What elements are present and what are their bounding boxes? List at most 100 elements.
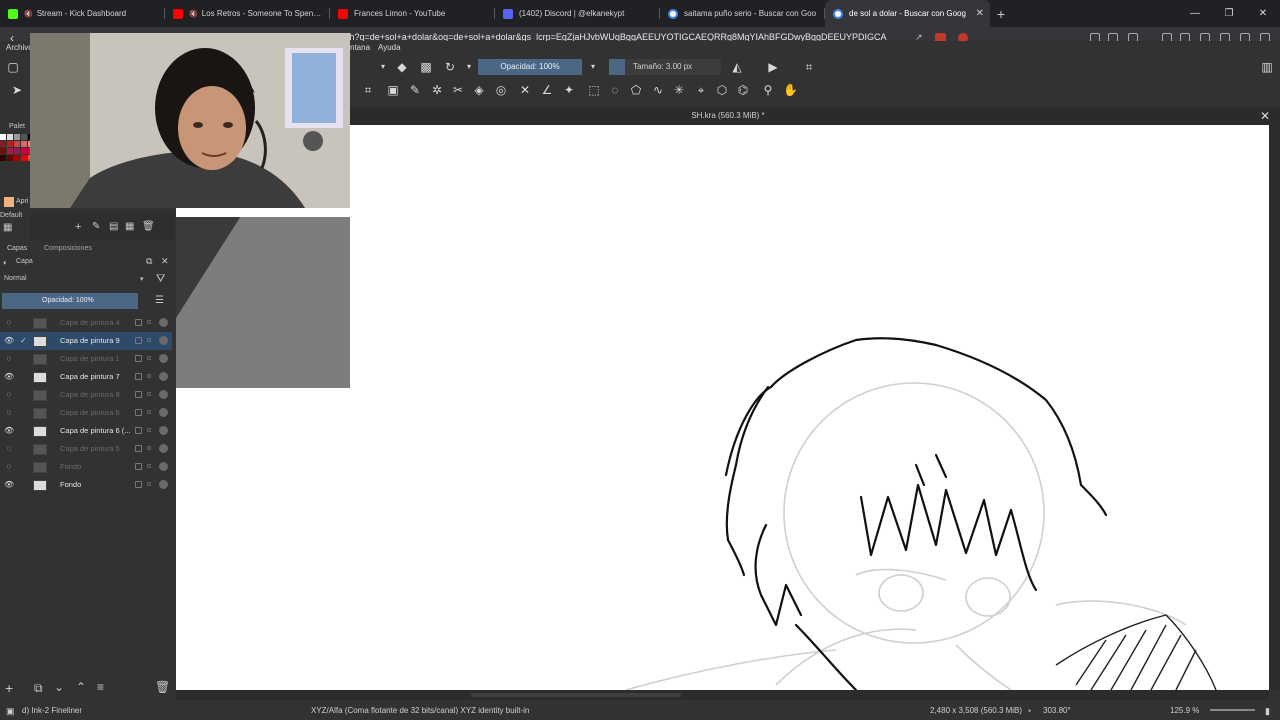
- layers-tab[interactable]: Capas: [7, 245, 27, 252]
- alpha-lock-icon[interactable]: ▩: [419, 60, 433, 74]
- new-document-icon[interactable]: ▢: [6, 60, 20, 74]
- layer-row[interactable]: 👁 Capa de pintura 7 α: [0, 368, 172, 386]
- color-palette-grid[interactable]: [0, 134, 34, 179]
- alpha-icon[interactable]: α: [147, 404, 151, 422]
- brush-preset-icon[interactable]: ▣: [6, 706, 15, 717]
- inherit-alpha-icon[interactable]: [159, 318, 168, 327]
- muted-speaker-icon[interactable]: 🔇: [24, 10, 33, 18]
- minimize-button[interactable]: —: [1178, 0, 1212, 27]
- menu-ventana[interactable]: ntana: [350, 43, 370, 52]
- filter-icon[interactable]: ⛛: [156, 273, 165, 286]
- layer-menu-icon[interactable]: ☰: [155, 295, 164, 306]
- close-docker-icon[interactable]: ✕: [161, 256, 169, 267]
- eye-icon[interactable]: 👁: [4, 332, 14, 350]
- eye-hidden-icon[interactable]: ◌: [4, 458, 14, 476]
- layer-row[interactable]: ◌ Capa de pintura 6 α: [0, 404, 172, 422]
- eye-icon[interactable]: 👁: [4, 476, 14, 494]
- lock-icon[interactable]: [135, 409, 142, 416]
- alpha-icon[interactable]: α: [147, 386, 151, 404]
- alpha-icon[interactable]: α: [147, 368, 151, 386]
- eye-icon[interactable]: 👁: [4, 422, 14, 440]
- eye-icon[interactable]: 👁: [4, 368, 14, 386]
- lock-icon[interactable]: [135, 319, 142, 326]
- add-layer-icon[interactable]: +: [75, 221, 81, 233]
- close-icon[interactable]: ✕: [1260, 107, 1270, 125]
- vertical-scrollbar[interactable]: [1269, 125, 1280, 690]
- smart-patch-icon[interactable]: ✲: [430, 83, 444, 97]
- eye-hidden-icon[interactable]: ◌: [4, 404, 14, 422]
- duplicate-layer-icon[interactable]: ⧉: [34, 681, 43, 696]
- float-docker-icon[interactable]: ⧉: [146, 256, 152, 267]
- layer-row[interactable]: ◌ Capa de pintura 4 α: [0, 314, 172, 332]
- crop-icon[interactable]: ⌗: [361, 83, 375, 97]
- trash-icon[interactable]: 🗑: [155, 680, 170, 694]
- layer-row[interactable]: 👁 Fondo α: [0, 476, 172, 494]
- eraser-icon[interactable]: ◆: [395, 60, 409, 74]
- reference-pin-icon[interactable]: ✦: [562, 83, 576, 97]
- browser-tab[interactable]: de sol a dolar - Buscar con Goog ✕: [825, 0, 990, 27]
- inherit-alpha-icon[interactable]: [159, 444, 168, 453]
- move-up-icon[interactable]: ⌃: [76, 680, 86, 694]
- layer-row[interactable]: ◌ Capa de pintura 5 α: [0, 440, 172, 458]
- mirror-horizontal-icon[interactable]: ◭: [730, 60, 744, 74]
- wrap-around-icon[interactable]: ⌗: [802, 60, 816, 74]
- lock-icon[interactable]: [135, 481, 142, 488]
- chevron-down-icon[interactable]: ▾: [462, 60, 476, 74]
- chevron-down-icon[interactable]: ▾: [140, 275, 144, 283]
- rotation-icon[interactable]: ◔: [1026, 706, 1031, 716]
- select-arrow-icon[interactable]: ➤: [10, 83, 24, 97]
- chevron-down-icon[interactable]: ▾: [376, 60, 390, 74]
- browser-tab[interactable]: 🔇 Los Retros - Someone To Spend T: [165, 0, 330, 27]
- layer-row[interactable]: ◌ Fondo α: [0, 458, 172, 476]
- browser-tab[interactable]: (1402) Discord | @elkanekypt: [495, 0, 660, 27]
- alpha-icon[interactable]: α: [147, 332, 151, 350]
- lock-icon[interactable]: [135, 463, 142, 470]
- color-picker-icon[interactable]: ✎: [408, 83, 422, 97]
- alpha-icon[interactable]: α: [147, 350, 151, 368]
- zoom-handle-icon[interactable]: ▮: [1265, 706, 1270, 717]
- alpha-icon[interactable]: α: [147, 476, 151, 494]
- layer-row[interactable]: 👁 Capa de pintura 6 (... α: [0, 422, 172, 440]
- inherit-alpha-icon[interactable]: [159, 390, 168, 399]
- lock-icon[interactable]: [135, 373, 142, 380]
- layer-row[interactable]: 👁 ✓ Capa de pintura 9 α: [0, 332, 172, 350]
- browser-tab[interactable]: 🔇 Stream - Kick Dashboard: [0, 0, 165, 27]
- bezier-select-icon[interactable]: ⬡: [715, 83, 729, 97]
- new-tab-button[interactable]: +: [990, 0, 1012, 27]
- inherit-alpha-icon[interactable]: [159, 372, 168, 381]
- inherit-alpha-icon[interactable]: [159, 354, 168, 363]
- similar-select-icon[interactable]: ⌖: [694, 83, 708, 97]
- edit-icon[interactable]: ✎: [92, 221, 100, 232]
- browser-tab[interactable]: saitama puño serio - Buscar con Goo: [660, 0, 825, 27]
- lock-icon[interactable]: [135, 427, 142, 434]
- chevron-down-icon[interactable]: ▾: [586, 60, 600, 74]
- gradient-icon[interactable]: ▣: [386, 83, 400, 97]
- delete-icon[interactable]: 🗑: [142, 221, 155, 232]
- alpha-icon[interactable]: α: [147, 458, 151, 476]
- ellipse-select-icon[interactable]: ◌: [608, 83, 622, 97]
- move-down-icon[interactable]: ⌄: [54, 680, 64, 694]
- scrollbar-thumb[interactable]: [471, 693, 681, 697]
- zoom-slider[interactable]: [1210, 709, 1255, 711]
- blend-mode-select[interactable]: Normal: [4, 275, 27, 282]
- inherit-alpha-icon[interactable]: [159, 336, 168, 345]
- eye-hidden-icon[interactable]: ◌: [4, 386, 14, 404]
- pan-hand-icon[interactable]: ✋: [783, 83, 798, 97]
- inherit-alpha-icon[interactable]: [159, 408, 168, 417]
- alpha-icon[interactable]: α: [147, 440, 151, 458]
- fill-icon[interactable]: ✂: [451, 83, 465, 97]
- layer-row[interactable]: ◌ Capa de pintura 1 α: [0, 350, 172, 368]
- check-icon[interactable]: ✓: [20, 332, 27, 350]
- layer-row[interactable]: ◌ Capa de pintura 8 α: [0, 386, 172, 404]
- menu-ayuda[interactable]: Ayuda: [378, 43, 401, 52]
- lock-icon[interactable]: [135, 391, 142, 398]
- docker-toggle-icon[interactable]: ▥: [1260, 60, 1274, 74]
- reload-preset-icon[interactable]: ↻: [443, 60, 457, 74]
- eye-hidden-icon[interactable]: ◌: [4, 440, 14, 458]
- close-tab-icon[interactable]: ✕: [976, 8, 984, 19]
- eye-hidden-icon[interactable]: ◌: [4, 314, 14, 332]
- menu-archivo[interactable]: Archivo: [6, 43, 33, 52]
- zoom-icon[interactable]: ⚲: [761, 83, 775, 97]
- alpha-icon[interactable]: α: [147, 422, 151, 440]
- inherit-alpha-icon[interactable]: [159, 480, 168, 489]
